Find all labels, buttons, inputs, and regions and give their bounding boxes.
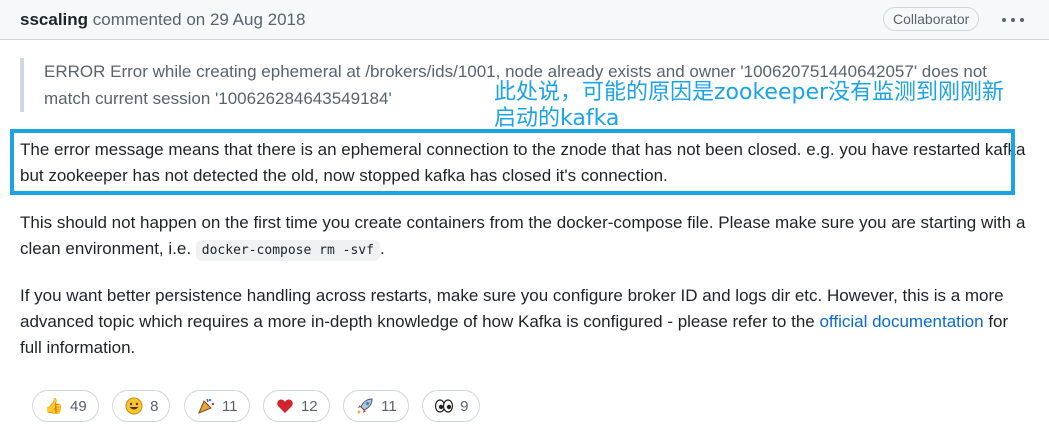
- annotation-highlight-box: [10, 129, 1015, 195]
- reaction-thumbs-up[interactable]: 👍 49: [32, 390, 99, 422]
- reaction-count: 9: [460, 398, 469, 415]
- paragraph-text: .: [379, 239, 385, 258]
- comment-header-text: sscaling commented on 29 Aug 2018: [20, 9, 305, 31]
- reaction-eyes[interactable]: 9: [422, 390, 481, 422]
- reaction-count: 11: [221, 398, 238, 415]
- paragraph-text: This should not happen on the first time…: [20, 213, 1026, 258]
- thumbs-up-icon: 👍: [44, 397, 64, 415]
- more-options-icon[interactable]: [1000, 8, 1026, 30]
- reaction-count: 8: [150, 398, 159, 415]
- heart-icon: [275, 391, 295, 421]
- laugh-icon: [124, 391, 144, 421]
- official-documentation-link[interactable]: official documentation: [819, 312, 983, 331]
- eyes-icon: [434, 391, 454, 421]
- collaborator-badge: Collaborator: [883, 7, 980, 31]
- author-link[interactable]: sscaling: [20, 10, 88, 29]
- comment-timestamp[interactable]: commented on 29 Aug 2018: [93, 10, 306, 29]
- reaction-heart[interactable]: 12: [262, 390, 330, 422]
- reaction-rocket[interactable]: 11: [343, 390, 409, 422]
- reaction-count: 12: [300, 398, 318, 415]
- reactions-bar: 👍 49 8 11 12 11 9: [32, 390, 489, 422]
- inline-code: docker-compose rm -svf: [195, 240, 380, 261]
- reaction-count: 11: [381, 398, 397, 415]
- reaction-laugh[interactable]: 8: [112, 390, 171, 422]
- annotation-text: 此处说，可能的原因是zookeeper没有监测到刚刚新启动的kafka: [494, 80, 1005, 131]
- reaction-hooray[interactable]: 11: [183, 390, 250, 422]
- paragraph-persistence: If you want better persistence handling …: [20, 283, 1030, 361]
- paragraph-clean-environment: This should not happen on the first time…: [20, 210, 1030, 264]
- comment-header: sscaling commented on 29 Aug 2018 Collab…: [0, 0, 1049, 40]
- reaction-count: 49: [70, 398, 87, 415]
- hooray-icon: [196, 391, 216, 421]
- rocket-icon: [355, 391, 375, 421]
